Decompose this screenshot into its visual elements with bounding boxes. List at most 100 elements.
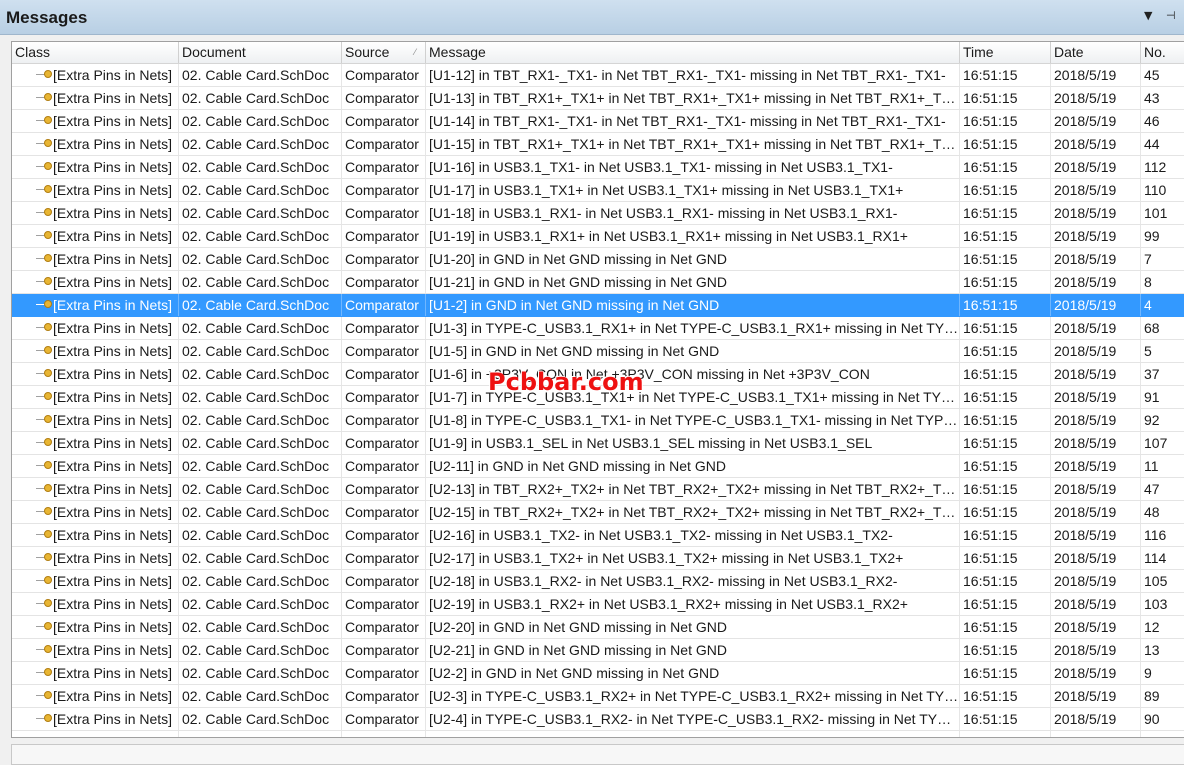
cell-message: [U1-13] in TBT_RX1+_TX1+ in Net TBT_RX1+…: [426, 87, 960, 109]
table-row[interactable]: [Extra Pins in Nets]02. Cable Card.SchDo…: [12, 225, 1184, 248]
watermark: Pcbbar.com: [488, 368, 644, 396]
cell-document: 02. Cable Card.SchDoc: [179, 363, 342, 385]
cell-time: 16:51:15: [960, 731, 1051, 737]
cell-document: 02. Cable Card.SchDoc: [179, 317, 342, 339]
table-row[interactable]: [Extra Pins in Nets]02. Cable Card.SchDo…: [12, 547, 1184, 570]
table-row[interactable]: [Extra Pins in Nets]02. Cable Card.SchDo…: [12, 524, 1184, 547]
column-header-source[interactable]: Source ⁄: [342, 42, 426, 63]
cell-class: [Extra Pins in Nets]: [12, 271, 179, 293]
cell-number: 43: [1144, 90, 1160, 106]
table-row[interactable]: [Extra Pins in Nets]02. Cable Card.SchDo…: [12, 731, 1184, 738]
cell-source: Comparator: [342, 708, 426, 730]
cell-number: 4: [1144, 297, 1152, 313]
column-header-class[interactable]: Class: [12, 42, 179, 63]
cell-document: 02. Cable Card.SchDoc: [179, 501, 342, 523]
cell-date: 2018/5/19: [1051, 662, 1141, 684]
table-row[interactable]: [Extra Pins in Nets]02. Cable Card.SchDo…: [12, 478, 1184, 501]
cell-message: [U2-16] in USB3.1_TX2- in Net USB3.1_TX2…: [426, 524, 960, 546]
column-header-document[interactable]: Document: [179, 42, 342, 63]
cell-class: [Extra Pins in Nets]: [12, 64, 179, 86]
cell-date: 2018/5/19: [1051, 432, 1141, 454]
cell-date: 2018/5/19: [1051, 179, 1141, 201]
cell-message: [U1-14] in TBT_RX1-_TX1- in Net TBT_RX1-…: [426, 110, 960, 132]
cell-class: [Extra Pins in Nets]: [12, 570, 179, 592]
cell-source: Comparator: [342, 616, 426, 638]
cell-number: 5: [1144, 343, 1152, 359]
table-row[interactable]: [Extra Pins in Nets]02. Cable Card.SchDo…: [12, 156, 1184, 179]
cell-document: 02. Cable Card.SchDoc: [179, 547, 342, 569]
table-row[interactable]: [Extra Pins in Nets]02. Cable Card.SchDo…: [12, 685, 1184, 708]
cell-time: 16:51:15: [960, 317, 1051, 339]
table-row[interactable]: [Extra Pins in Nets]02. Cable Card.SchDo…: [12, 570, 1184, 593]
table-row[interactable]: [Extra Pins in Nets]02. Cable Card.SchDo…: [12, 248, 1184, 271]
cell-time: 16:51:15: [960, 156, 1051, 178]
cell-number: 10: [1141, 731, 1184, 737]
cell-message: [U2-4] in TYPE-C_USB3.1_RX2- in Net TYPE…: [426, 708, 960, 730]
cell-time: 16:51:15: [960, 501, 1051, 523]
cell-source: Comparator: [342, 639, 426, 661]
table-row[interactable]: [Extra Pins in Nets]02. Cable Card.SchDo…: [12, 639, 1184, 662]
cell-source: Comparator: [342, 501, 426, 523]
cell-message: [U1-2] in GND in Net GND missing in Net …: [426, 294, 960, 316]
cell-date: 2018/5/19: [1051, 156, 1141, 178]
table-row[interactable]: [Extra Pins in Nets]02. Cable Card.SchDo…: [12, 593, 1184, 616]
cell-time: 16:51:15: [960, 616, 1051, 638]
table-row[interactable]: [Extra Pins in Nets]02. Cable Card.SchDo…: [12, 294, 1184, 317]
cell-class: [Extra Pins in Nets]: [12, 501, 179, 523]
table-row[interactable]: [Extra Pins in Nets]02. Cable Card.SchDo…: [12, 501, 1184, 524]
cell-date: 2018/5/19: [1051, 363, 1141, 385]
cell-source: Comparator: [342, 271, 426, 293]
cell-time: 16:51:15: [960, 248, 1051, 270]
cell-number: 7: [1144, 251, 1152, 267]
cell-time: 16:51:15: [960, 432, 1051, 454]
column-header-number[interactable]: No.: [1141, 42, 1184, 63]
cell-class: [Extra Pins in Nets]: [12, 455, 179, 477]
column-header-date[interactable]: Date: [1051, 42, 1141, 63]
cell-source: Comparator: [342, 731, 426, 737]
table-row[interactable]: [Extra Pins in Nets]02. Cable Card.SchDo…: [12, 87, 1184, 110]
cell-source: Comparator: [342, 432, 426, 454]
table-row[interactable]: [Extra Pins in Nets]02. Cable Card.SchDo…: [12, 432, 1184, 455]
cell-class: [Extra Pins in Nets]: [12, 202, 179, 224]
table-row[interactable]: [Extra Pins in Nets]02. Cable Card.SchDo…: [12, 616, 1184, 639]
table-row[interactable]: [Extra Pins in Nets]02. Cable Card.SchDo…: [12, 110, 1184, 133]
column-header-time[interactable]: Time: [960, 42, 1051, 63]
cell-time: 16:51:15: [960, 593, 1051, 615]
cell-number: 92: [1144, 412, 1160, 428]
table-row[interactable]: [Extra Pins in Nets]02. Cable Card.SchDo…: [12, 271, 1184, 294]
table-row[interactable]: [Extra Pins in Nets]02. Cable Card.SchDo…: [12, 179, 1184, 202]
column-header-message[interactable]: Message: [426, 42, 960, 63]
table-row[interactable]: [Extra Pins in Nets]02. Cable Card.SchDo…: [12, 455, 1184, 478]
panel-menu-icon[interactable]: ▼: [1144, 9, 1152, 23]
cell-source: Comparator: [342, 662, 426, 684]
warning-pin-icon: [44, 737, 52, 738]
table-row[interactable]: [Extra Pins in Nets]02. Cable Card.SchDo…: [12, 708, 1184, 731]
cell-source: Comparator: [342, 340, 426, 362]
table-row[interactable]: [Extra Pins in Nets]02. Cable Card.SchDo…: [12, 409, 1184, 432]
cell-time: 16:51:15: [960, 110, 1051, 132]
cell-document: 02. Cable Card.SchDoc: [179, 271, 342, 293]
cell-time: 16:51:15: [960, 225, 1051, 247]
table-row[interactable]: [Extra Pins in Nets]02. Cable Card.SchDo…: [12, 317, 1184, 340]
cell-class: [Extra Pins in Nets]: [12, 156, 179, 178]
table-row[interactable]: [Extra Pins in Nets]02. Cable Card.SchDo…: [12, 133, 1184, 156]
table-row[interactable]: [Extra Pins in Nets]02. Cable Card.SchDo…: [12, 662, 1184, 685]
table-row[interactable]: [Extra Pins in Nets]02. Cable Card.SchDo…: [12, 64, 1184, 87]
table-row[interactable]: [Extra Pins in Nets]02. Cable Card.SchDo…: [12, 202, 1184, 225]
cell-date: 2018/5/19: [1051, 409, 1141, 431]
table-row[interactable]: [Extra Pins in Nets]02. Cable Card.SchDo…: [12, 340, 1184, 363]
cell-document: 02. Cable Card.SchDoc: [179, 685, 342, 707]
cell-source: Comparator: [342, 409, 426, 431]
cell-message: [U2-11] in GND in Net GND missing in Net…: [426, 455, 960, 477]
cell-class: [Extra Pins in Nets]: [12, 225, 179, 247]
cell-source: Comparator: [342, 547, 426, 569]
cell-class: [Extra Pins in Nets]: [12, 639, 179, 661]
cell-message: [U2-5] in GND in Net GND missing in Net …: [426, 731, 960, 737]
pin-icon[interactable]: ⊣: [1166, 9, 1176, 23]
grid-header: Class Document Source ⁄ Message Time Dat…: [12, 42, 1184, 64]
cell-class: [Extra Pins in Nets]: [12, 363, 179, 385]
cell-number: 116: [1144, 527, 1167, 543]
cell-number: 37: [1144, 366, 1160, 382]
cell-class: [Extra Pins in Nets]: [12, 593, 179, 615]
cell-document: 02. Cable Card.SchDoc: [179, 202, 342, 224]
